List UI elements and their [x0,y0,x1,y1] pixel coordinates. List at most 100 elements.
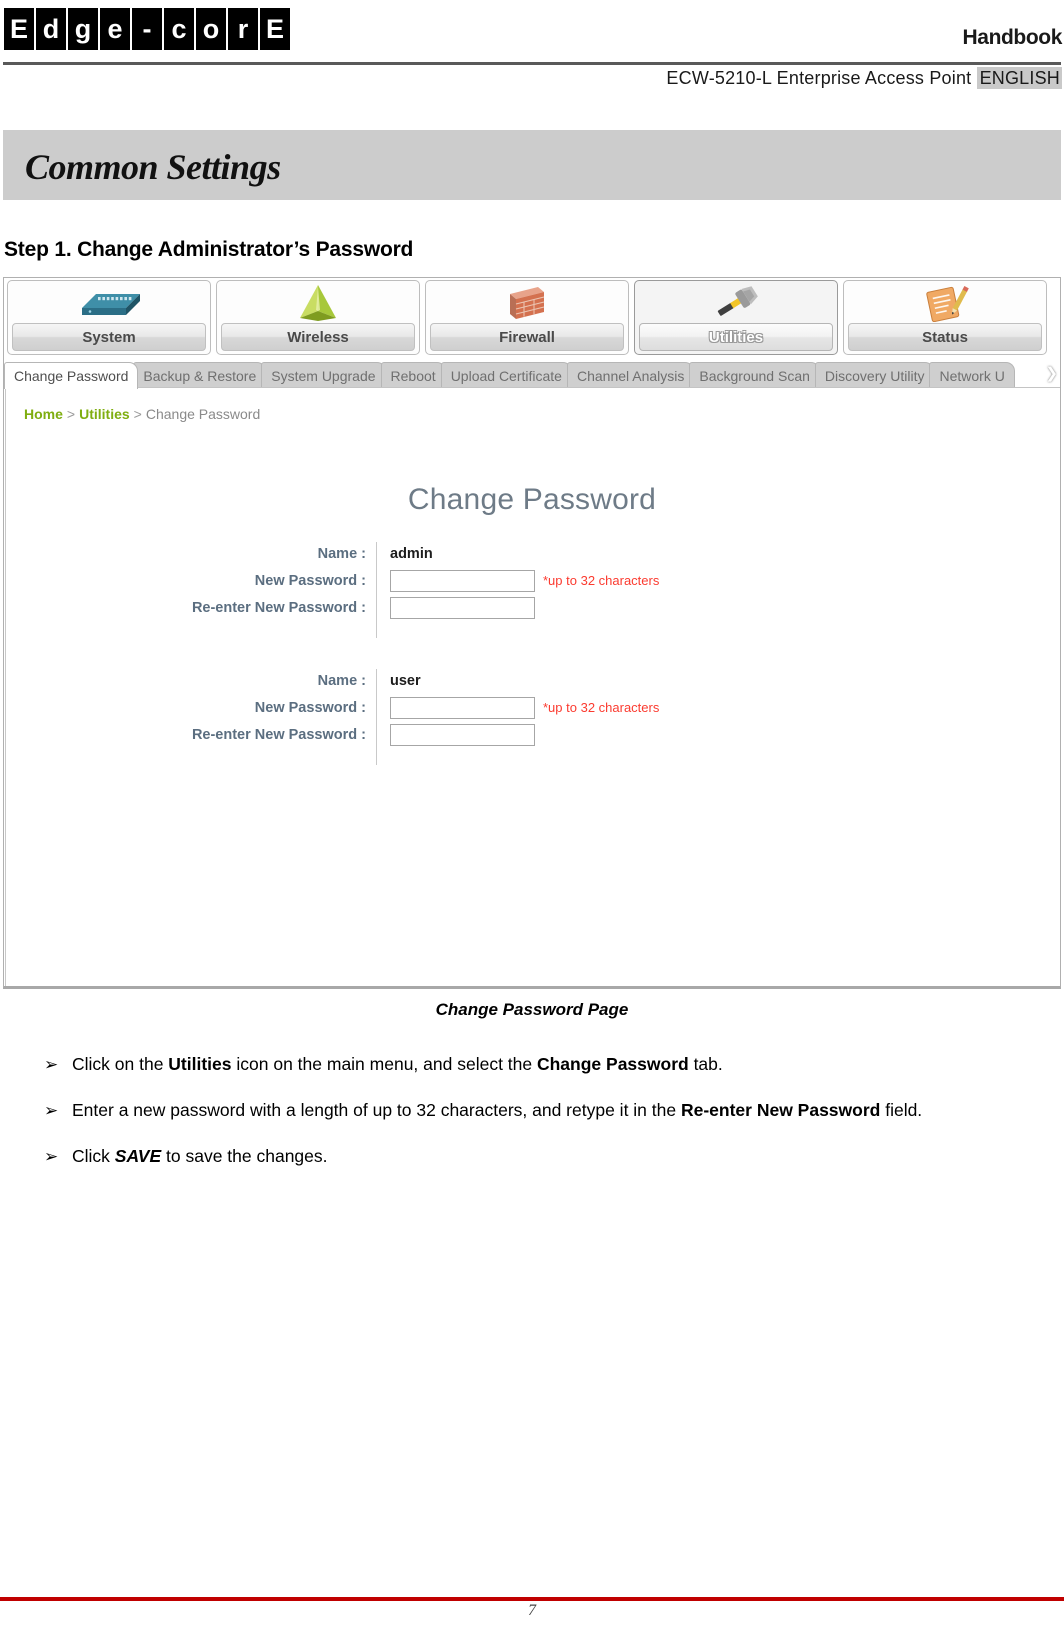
main-menu-label: Status [848,323,1042,351]
instruction-text: Click on the [72,1054,169,1074]
main-menu-item-status[interactable]: Status [843,280,1047,355]
new-password-label: New Password : [254,572,366,589]
new-password-label: New Password : [254,699,366,716]
handbook-label: Handbook [962,26,1063,49]
document-pencil-icon [844,283,1046,323]
tab-change-password[interactable]: Change Password [4,362,139,389]
bullet-arrow-icon: ➢ [44,1147,59,1166]
form-row: Re-enter New Password : [4,594,1060,621]
form-row: Re-enter New Password : [4,721,1060,748]
form-row: New Password : *up to 32 characters [4,694,1060,721]
tab-system-upgrade[interactable]: System Upgrade [261,362,386,389]
breadcrumb-utilities[interactable]: Utilities [79,406,130,422]
instruction-text: SAVE [114,1146,162,1166]
breadcrumb: Home > Utilities > Change Password [24,406,260,422]
figure-caption: Change Password Page [435,1000,629,1019]
main-menu-label: Utilities [639,323,833,351]
tab-backup-restore[interactable]: Backup & Restore [133,362,267,389]
instruction-text: Click [72,1146,115,1166]
instruction-text: field. [880,1100,923,1120]
main-menu-label: Firewall [430,323,624,351]
main-menu: System Wireless Firewall Utilities Statu… [4,280,1060,357]
instruction-item: ➢ Click SAVE to save the changes. [0,1140,1010,1173]
password-form-admin: Name : admin New Password : *up to 32 chara… [4,540,1060,638]
account-name-value: admin [390,545,433,562]
bullet-arrow-icon: ➢ [44,1101,59,1120]
header-product-line: ECW-5210-L Enterprise Access Point ENGLI… [666,67,1062,89]
header-divider [3,62,1061,65]
main-menu-label: Wireless [221,323,415,351]
instruction-list: ➢ Click on the Utilities icon on the main… [0,1048,1010,1186]
new-password-input[interactable] [390,569,535,592]
main-menu-label: System [12,323,206,351]
form-row: New Password : *up to 32 characters [4,567,1060,594]
logo-letter-4: - [132,8,162,50]
form-field [376,723,535,746]
section-title: Common Settings [25,147,281,187]
logo-letter-7: r [228,8,258,50]
instruction-text: Re-enter New Password [680,1100,881,1120]
password-length-hint: *up to 32 characters [543,573,660,588]
edgecore-logo: Edge-corE [4,8,290,50]
tab-reboot[interactable]: Reboot [380,362,446,389]
tab-network-u[interactable]: Network U [929,362,1015,389]
main-menu-item-wireless[interactable]: Wireless [216,280,420,355]
page-number: 7 [528,1602,536,1619]
logo-letter-5: c [164,8,194,50]
logo-letter-3: e [100,8,130,50]
utilities-tab-strip: Change Password Backup & Restore System Up… [4,360,1060,389]
tab-upload-certificate[interactable]: Upload Certificate [440,362,572,389]
instruction-text: tab. [688,1054,723,1074]
reenter-password-input[interactable] [390,596,535,619]
form-field [376,596,535,619]
panel-title-wrap: Change Password [4,483,1060,517]
form-row: Name : admin [4,540,1060,567]
main-menu-item-firewall[interactable]: Firewall [425,280,629,355]
tab-discovery-utility[interactable]: Discovery Utility [814,362,935,389]
chevron-right-icon[interactable]: ❯ [1045,364,1058,382]
logo-letter-2: g [68,8,98,50]
logo-letter-1: d [36,8,66,50]
logo-letter-8: E [260,8,290,50]
name-label: Name : [317,672,366,689]
reenter-password-label: Re-enter New Password : [191,599,366,616]
product-name: ECW-5210-L Enterprise Access Point [666,68,972,88]
language-badge: ENGLISH [976,67,1062,89]
main-menu-item-system[interactable]: System [7,280,211,355]
reenter-password-label: Re-enter New Password : [191,726,366,743]
form-row: Name : user [4,667,1060,694]
change-password-screenshot: System Wireless Firewall Utilities Statu… [3,277,1061,989]
page-header: Edge-corE Handbook ECW-5210-L Enterprise… [0,0,1064,96]
form-field: admin [376,546,433,562]
switch-device-icon [8,283,210,323]
logo-letter-0: E [4,8,34,50]
instruction-item: ➢ Click on the Utilities icon on the main… [0,1048,1010,1081]
bullet-arrow-icon: ➢ [44,1055,59,1074]
reenter-password-input[interactable] [390,723,535,746]
breadcrumb-current: Change Password [145,406,261,422]
password-length-hint: *up to 32 characters [543,700,660,715]
instruction-text: Change Password [536,1054,689,1074]
step-heading: Step 1. Change Administrator’s Password [4,238,414,261]
hammer-icon [635,283,837,323]
form-field: *up to 32 characters [376,569,660,592]
tab-channel-analysis[interactable]: Channel Analysis [566,362,695,389]
form-field: *up to 32 characters [376,696,660,719]
instruction-text: icon on the main menu, and select the [231,1054,537,1074]
logo-letter-6: o [196,8,226,50]
account-name-value: user [390,672,421,689]
new-password-input[interactable] [390,696,535,719]
instruction-text: Utilities [168,1054,232,1074]
breadcrumb-home[interactable]: Home [24,406,63,422]
main-menu-item-utilities[interactable]: Utilities [634,280,838,355]
instruction-text: Enter a new password with a length of up… [72,1100,681,1120]
name-label: Name : [317,545,366,562]
form-field: user [376,673,421,689]
footer-divider [0,1597,1064,1601]
brick-wall-icon [426,283,628,323]
section-banner: Common Settings [3,130,1061,200]
breadcrumb-separator-2: > [133,406,142,422]
password-form-user: Name : user New Password : *up to 32 charac… [4,667,1060,765]
tab-background-scan[interactable]: Background Scan [689,362,820,389]
instruction-item: ➢ Enter a new password with a length of u… [0,1094,1010,1127]
